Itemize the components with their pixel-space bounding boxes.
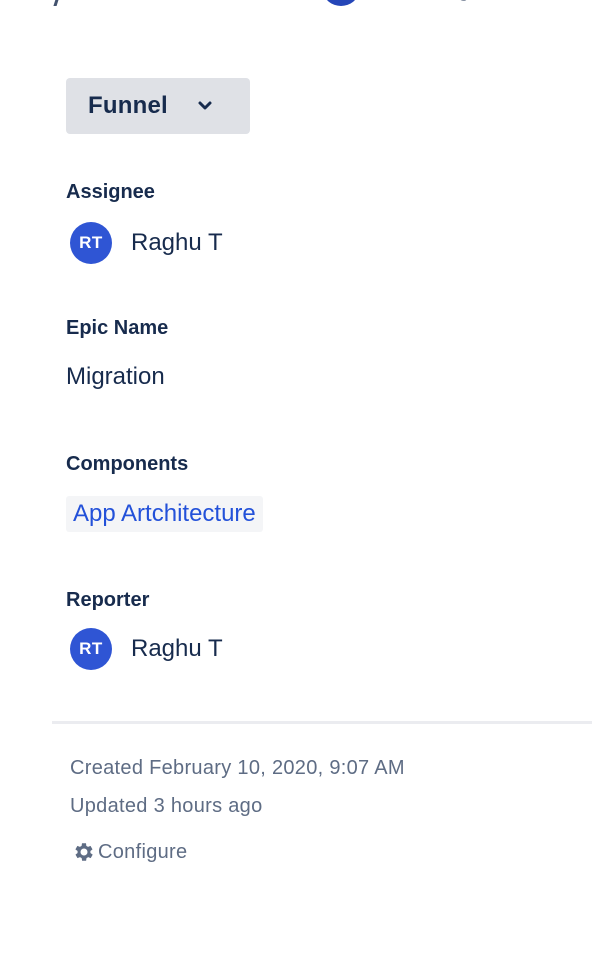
reporter-name: Raghu T: [131, 635, 223, 662]
created-timestamp: Created February 10, 2020, 9:07 AM: [70, 757, 405, 779]
divider: [52, 721, 592, 724]
reporter-field[interactable]: RT Raghu T: [70, 628, 223, 670]
epic-name-label: Epic Name: [66, 317, 169, 339]
share-icon[interactable]: [455, 0, 473, 8]
assignee-label: Assignee: [66, 181, 155, 203]
component-link[interactable]: App Artchitecture: [66, 496, 263, 532]
issue-details-panel: Funnel Assignee RT Raghu T Epic Name Mig…: [0, 0, 592, 960]
epic-name-value[interactable]: Migration: [66, 363, 165, 391]
status-dropdown-button[interactable]: Funnel: [66, 78, 250, 134]
components-label: Components: [66, 453, 189, 475]
assignee-name: Raghu T: [131, 229, 223, 256]
watch-indicator-icon[interactable]: [324, 0, 358, 6]
assignee-field[interactable]: RT Raghu T: [70, 222, 223, 264]
chevron-down-icon: [198, 101, 212, 110]
status-label: Funnel: [88, 92, 168, 119]
reporter-label: Reporter: [66, 589, 150, 611]
configure-label: Configure: [98, 840, 188, 863]
updated-timestamp: Updated 3 hours ago: [70, 795, 263, 817]
back-arrow-icon[interactable]: [50, 0, 64, 6]
gear-icon: [75, 843, 93, 861]
avatar: RT: [70, 222, 112, 264]
avatar: RT: [70, 628, 112, 670]
configure-button[interactable]: Configure: [72, 840, 187, 864]
